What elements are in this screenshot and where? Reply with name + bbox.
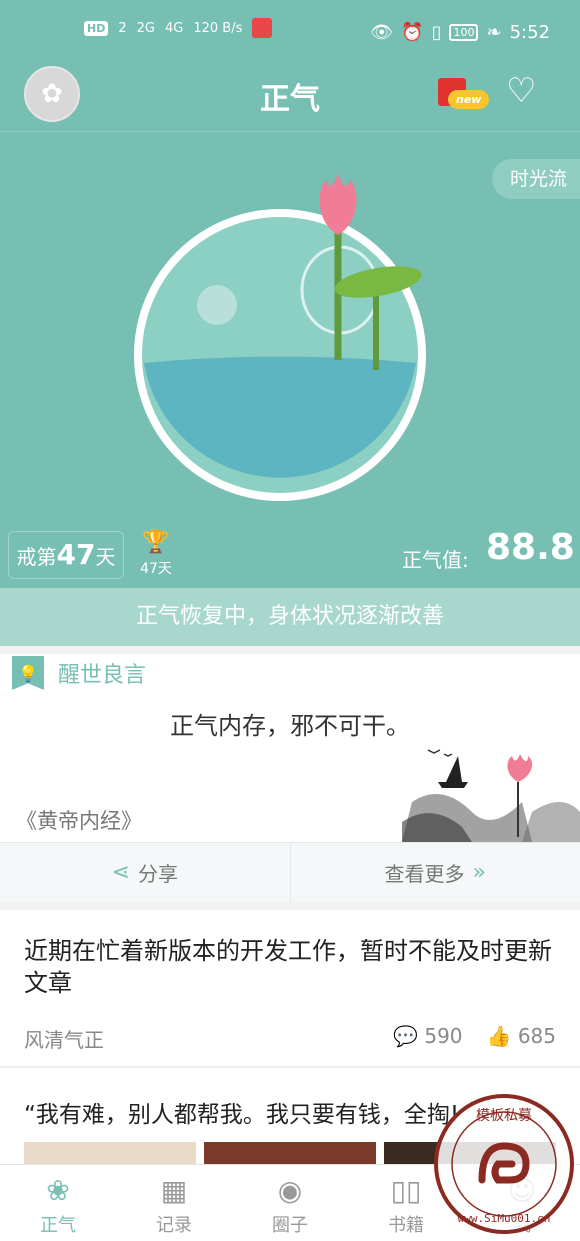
- ink-lotus: [507, 754, 533, 782]
- comment-stat[interactable]: 💬 590: [393, 1024, 462, 1053]
- leaf-icon: ❧: [486, 22, 502, 43]
- heart-icon[interactable]: ♡: [506, 74, 536, 108]
- signal-4g-icon: 4G: [164, 20, 184, 36]
- huawei-icon: [252, 18, 273, 38]
- quote-source: 《黄帝内经》: [16, 809, 142, 833]
- book-icon: ▯▯: [390, 1174, 422, 1207]
- status-bar: HD 2 2G 4G 120 B/s 👁 ⏰ ▯ 100 ❧ 5:52: [0, 0, 580, 66]
- article-author: 风清气正: [24, 1028, 104, 1052]
- record-badge[interactable]: 🏆 47天: [137, 532, 175, 578]
- share-button[interactable]: ⋖ 分享: [0, 843, 290, 902]
- page-title: 正气: [260, 82, 320, 117]
- section-gap: [0, 646, 580, 654]
- lightbulb-icon: 💡: [12, 656, 44, 690]
- view-more-button[interactable]: 查看更多 »: [291, 843, 580, 902]
- eye-icon: 👁: [370, 22, 394, 43]
- thumbnail: [204, 1142, 376, 1164]
- battery-icon: 100: [449, 24, 479, 41]
- article-meta: 风清气正 💬 590 👍 685: [24, 1024, 556, 1053]
- share-label: 分享: [137, 862, 178, 886]
- time-flow-button[interactable]: 时光流: [492, 159, 580, 199]
- tab-zhengqi[interactable]: ❀ 正气: [0, 1165, 116, 1241]
- bubble: [197, 285, 237, 325]
- zhengqi-label: 正气值:: [402, 548, 469, 572]
- streak-counter: 戒第 47 天: [8, 531, 124, 579]
- clock: 5:52: [509, 22, 550, 43]
- comment-count: 590: [424, 1024, 463, 1048]
- tab-label: 书籍: [388, 1215, 424, 1236]
- double-chevron-right-icon: »: [472, 860, 486, 885]
- tab-label: 记录: [156, 1215, 192, 1236]
- svg-text:模板私募: 模板私募: [476, 1108, 532, 1124]
- broadcast-icon: ◉: [277, 1174, 303, 1207]
- thumbnail: [24, 1142, 196, 1164]
- tab-label: 圈子: [272, 1215, 308, 1236]
- recovery-status: 正气恢复中，身体状况逐渐改善: [0, 588, 580, 646]
- signal-2g-icon: 2G: [136, 20, 155, 36]
- tab-label: 正气: [40, 1215, 76, 1236]
- sim-indicator: 2: [118, 20, 127, 36]
- like-count: 685: [517, 1024, 556, 1048]
- hd-indicator: HD: [84, 20, 109, 36]
- vibrate-icon: ▯: [431, 22, 442, 43]
- trophy-icon: 🏆: [142, 530, 170, 555]
- comment-icon: 💬: [393, 1024, 418, 1048]
- alarm-icon: ⏰: [401, 22, 424, 43]
- streak-days: 47: [56, 538, 96, 571]
- lotus-icon: ❀: [46, 1174, 70, 1207]
- watermark-seal: 模板私募 www.SiMu001.cn: [434, 1094, 574, 1234]
- article-divider: [0, 1066, 580, 1068]
- quote-text: 正气内存，邪不可干。: [170, 712, 410, 740]
- thumbs-up-icon: 👍: [486, 1024, 512, 1048]
- tab-records[interactable]: ▦ 记录: [116, 1165, 232, 1241]
- network-speed: 120 B/s: [193, 20, 243, 36]
- new-badge: new: [448, 90, 490, 109]
- status-right: 👁 ⏰ ▯ 100 ❧ 5:52: [370, 22, 550, 43]
- top-bar: ✿ 正气 new ♡: [0, 66, 580, 132]
- section-gap: [0, 902, 580, 910]
- status-left: HD 2 2G 4G 120 B/s: [84, 18, 273, 38]
- record-days: 47天: [140, 561, 172, 577]
- quote-section-label: 醒世良言: [58, 663, 147, 688]
- streak-prefix: 戒第: [16, 545, 57, 569]
- calendar-icon: ▦: [160, 1174, 188, 1207]
- article-stats: 💬 590 👍 685: [393, 1024, 556, 1053]
- zhengqi-value: 88.8: [486, 527, 575, 568]
- quote-section-header: 💡 醒世良言: [12, 656, 146, 690]
- tab-community[interactable]: ◉ 圈子: [232, 1165, 348, 1241]
- svg-text:www.SiMu001.cn: www.SiMu001.cn: [458, 1212, 551, 1225]
- view-more-label: 查看更多: [384, 862, 465, 886]
- article-title[interactable]: “我有难，别人都帮我。我只要有钱，全掏!: [24, 1095, 459, 1129]
- like-stat[interactable]: 👍 685: [487, 1024, 556, 1053]
- ink-painting-illustration: [402, 749, 580, 842]
- streak-suffix: 天: [95, 545, 116, 569]
- share-icon: ⋖: [111, 860, 130, 885]
- quote-actions: ⋖ 分享 查看更多 »: [0, 842, 580, 903]
- lotus-bowl-illustration: [134, 174, 426, 501]
- article-title[interactable]: 近期在忙着新版本的开发工作，暂时不能及时更新文章: [24, 935, 556, 999]
